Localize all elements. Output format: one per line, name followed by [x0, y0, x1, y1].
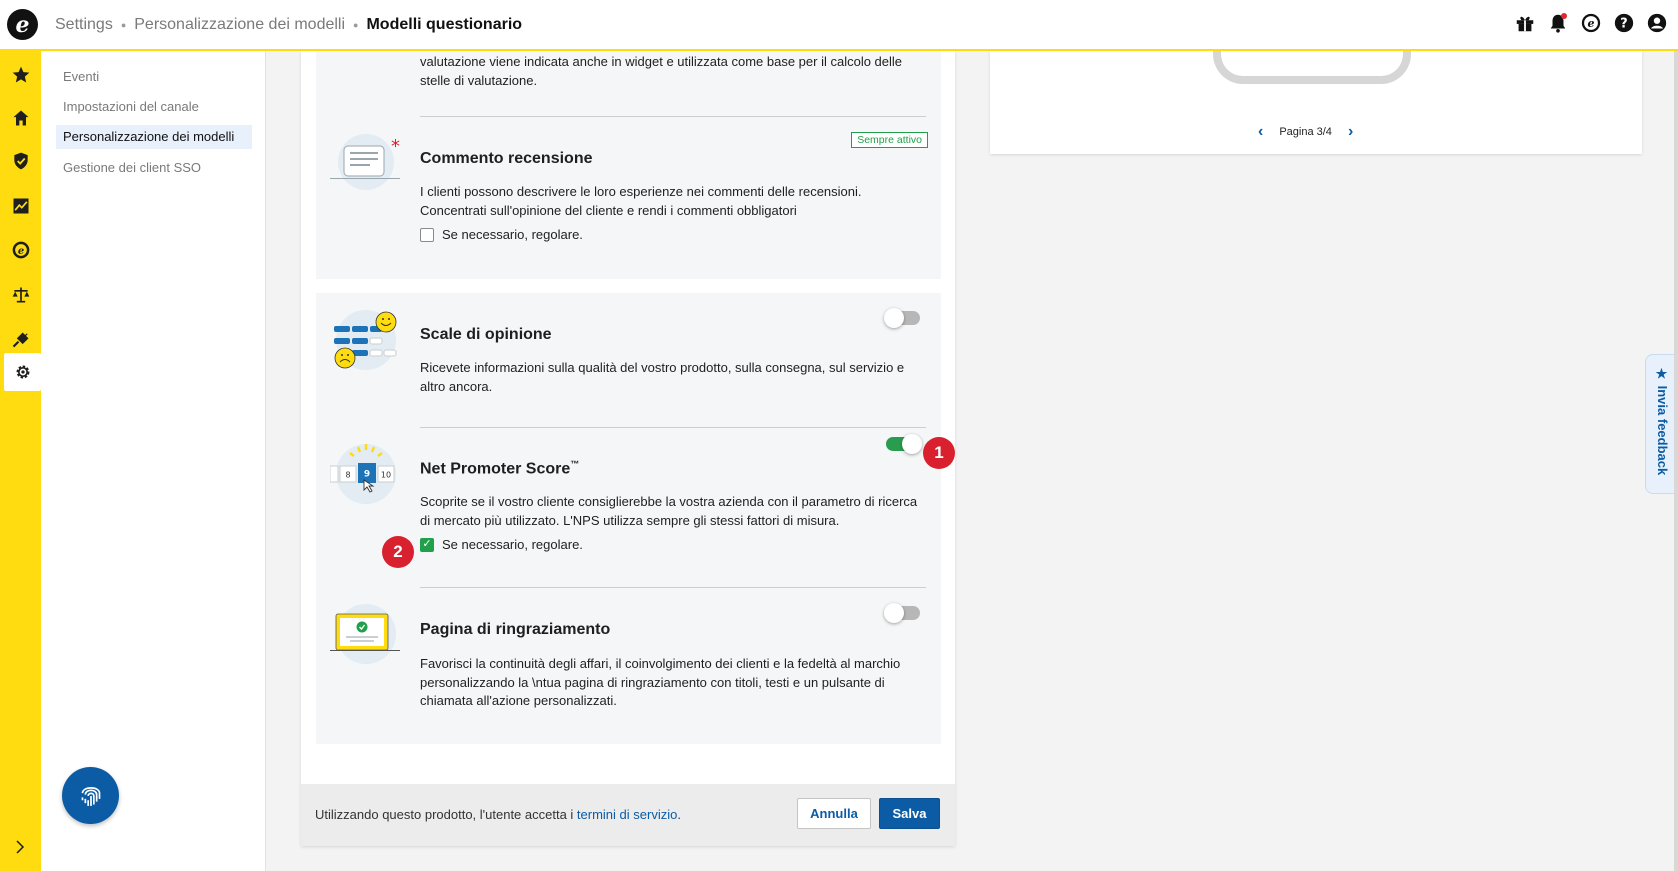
fingerprint-button[interactable] — [62, 767, 119, 824]
breadcrumb-template-customization[interactable]: Personalizzazione dei modelli — [134, 16, 345, 34]
star-icon[interactable] — [0, 56, 41, 94]
chevron-left-icon[interactable]: ‹ — [1258, 123, 1263, 141]
nps-required-label: Se necessario, regolare. — [442, 537, 583, 552]
settings-sidebar: Eventi Impostazioni del canale Personali… — [41, 51, 266, 871]
optional-modules-section: Scale di opinione Ricevete informazioni … — [316, 293, 941, 744]
nps-toggle[interactable] — [886, 434, 922, 454]
breadcrumb: Settings ● Personalizzazione dei modelli… — [55, 16, 522, 34]
page-title: Modelli questionario — [366, 15, 523, 33]
subnav-item-events[interactable]: Eventi — [56, 65, 252, 89]
rating-description-partial: valutazione viene indicata anche in widg… — [420, 54, 903, 88]
feedback-label: ★ Invia feedback — [1655, 367, 1670, 475]
divider — [420, 427, 926, 428]
opinion-scale-title: Scale di opinione — [420, 326, 552, 343]
nps-description: Scoprite se il vostro cliente consiglier… — [420, 494, 918, 528]
svg-text:e: e — [1588, 17, 1595, 30]
svg-text:*: * — [391, 136, 400, 157]
comment-required-option[interactable]: Se necessario, regolare. — [420, 227, 583, 242]
chevron-right-icon[interactable] — [8, 835, 32, 859]
main-nav-rail: e — [0, 51, 41, 871]
toggle-knob — [884, 308, 904, 328]
chart-icon[interactable] — [0, 187, 41, 225]
nps-title-text: Net Promoter Score — [420, 460, 571, 478]
star-icon: ★ — [1655, 367, 1670, 386]
shield-check-icon[interactable] — [0, 142, 41, 180]
bell-icon[interactable] — [1547, 12, 1569, 34]
questionnaire-templates-card: valutazione viene indicata anche in widg… — [301, 51, 955, 846]
page-scrollbar[interactable] — [1674, 51, 1678, 871]
subnav-item-sso-clients[interactable]: Gestione dei client SSO — [56, 156, 252, 180]
svg-text:8: 8 — [345, 471, 350, 480]
gear-icon[interactable] — [4, 353, 41, 391]
save-button[interactable]: Salva — [879, 798, 940, 829]
toggle-knob — [884, 603, 904, 623]
thank-you-page-toggle[interactable] — [884, 603, 920, 623]
feedback-text: Invia feedback — [1655, 385, 1670, 476]
opinion-scale-illustration — [334, 310, 397, 370]
scale-icon[interactable] — [0, 276, 41, 314]
step-marker-1: 1 — [923, 437, 955, 469]
divider — [420, 587, 926, 588]
breadcrumb-separator: ● — [120, 19, 127, 30]
account-icon[interactable] — [1646, 12, 1668, 34]
notification-dot — [1561, 13, 1567, 19]
home-icon[interactable] — [0, 99, 41, 137]
comment-description: I clienti possono descrivere le loro esp… — [420, 184, 862, 218]
always-active-badge: Sempre attivo — [851, 132, 928, 148]
nps-required-checkbox[interactable]: ✓ — [420, 537, 434, 552]
toggle-knob — [902, 434, 922, 454]
nps-illustration: 8 9 10 — [330, 444, 396, 504]
pager-label: Pagina 3/4 — [1279, 126, 1332, 138]
breadcrumb-settings[interactable]: Settings — [55, 16, 113, 34]
svg-text:e: e — [17, 246, 23, 257]
subnav-item-channel-settings[interactable]: Impostazioni del canale — [56, 95, 252, 119]
svg-text:10: 10 — [381, 471, 391, 480]
breadcrumb-separator: ● — [353, 19, 359, 30]
opinion-scale-toggle[interactable] — [884, 308, 920, 328]
card-footer: Utilizzando questo prodotto, l'utente ac… — [301, 784, 955, 846]
svg-text:?: ? — [1620, 17, 1627, 32]
top-header: e Settings ● Personalizzazione dei model… — [0, 0, 1678, 51]
template-preview-card: ‹ Pagina 3/4 › — [990, 31, 1642, 154]
comment-required-label: Se necessario, regolare. — [442, 227, 583, 242]
euro-icon[interactable]: e — [0, 231, 41, 269]
cancel-button[interactable]: Annulla — [797, 798, 871, 829]
thank-you-page-illustration — [330, 604, 400, 664]
trusted-shops-logo[interactable]: e — [7, 9, 38, 40]
divider — [420, 116, 926, 117]
step-marker-2: 2 — [382, 536, 414, 568]
opinion-scale-description: Ricevete informazioni sulla qualità del … — [420, 360, 905, 394]
terms-notice: Utilizzando questo prodotto, l'utente ac… — [315, 807, 681, 822]
gift-icon[interactable] — [1514, 12, 1536, 34]
required-fields-section: valutazione viene indicata anche in widg… — [316, 51, 941, 279]
subnav-item-template-customization[interactable]: Personalizzazione dei modelli — [56, 125, 252, 149]
help-icon[interactable]: ? — [1613, 12, 1635, 34]
trusted-shops-icon[interactable]: e — [1580, 12, 1602, 34]
terms-notice-period: . — [677, 807, 681, 822]
svg-text:9: 9 — [364, 470, 370, 480]
fingerprint-icon — [81, 786, 100, 806]
nps-title: Net Promoter Score™ — [420, 459, 579, 478]
thank-you-page-description: Favorisci la continuità degli affari, il… — [420, 656, 901, 708]
nps-required-option[interactable]: ✓ Se necessario, regolare. — [420, 537, 583, 552]
comment-required-checkbox[interactable] — [420, 227, 434, 242]
comment-title: Commento recensione — [420, 150, 593, 167]
comment-illustration: * — [330, 134, 400, 190]
terms-notice-text: Utilizzando questo prodotto, l'utente ac… — [315, 807, 577, 822]
chevron-right-icon[interactable]: › — [1348, 123, 1353, 141]
preview-pager: ‹ Pagina 3/4 › — [1258, 123, 1353, 141]
trademark-symbol: ™ — [570, 459, 580, 469]
thank-you-page-title: Pagina di ringraziamento — [420, 621, 611, 638]
terms-of-service-link[interactable]: termini di servizio — [577, 807, 677, 822]
